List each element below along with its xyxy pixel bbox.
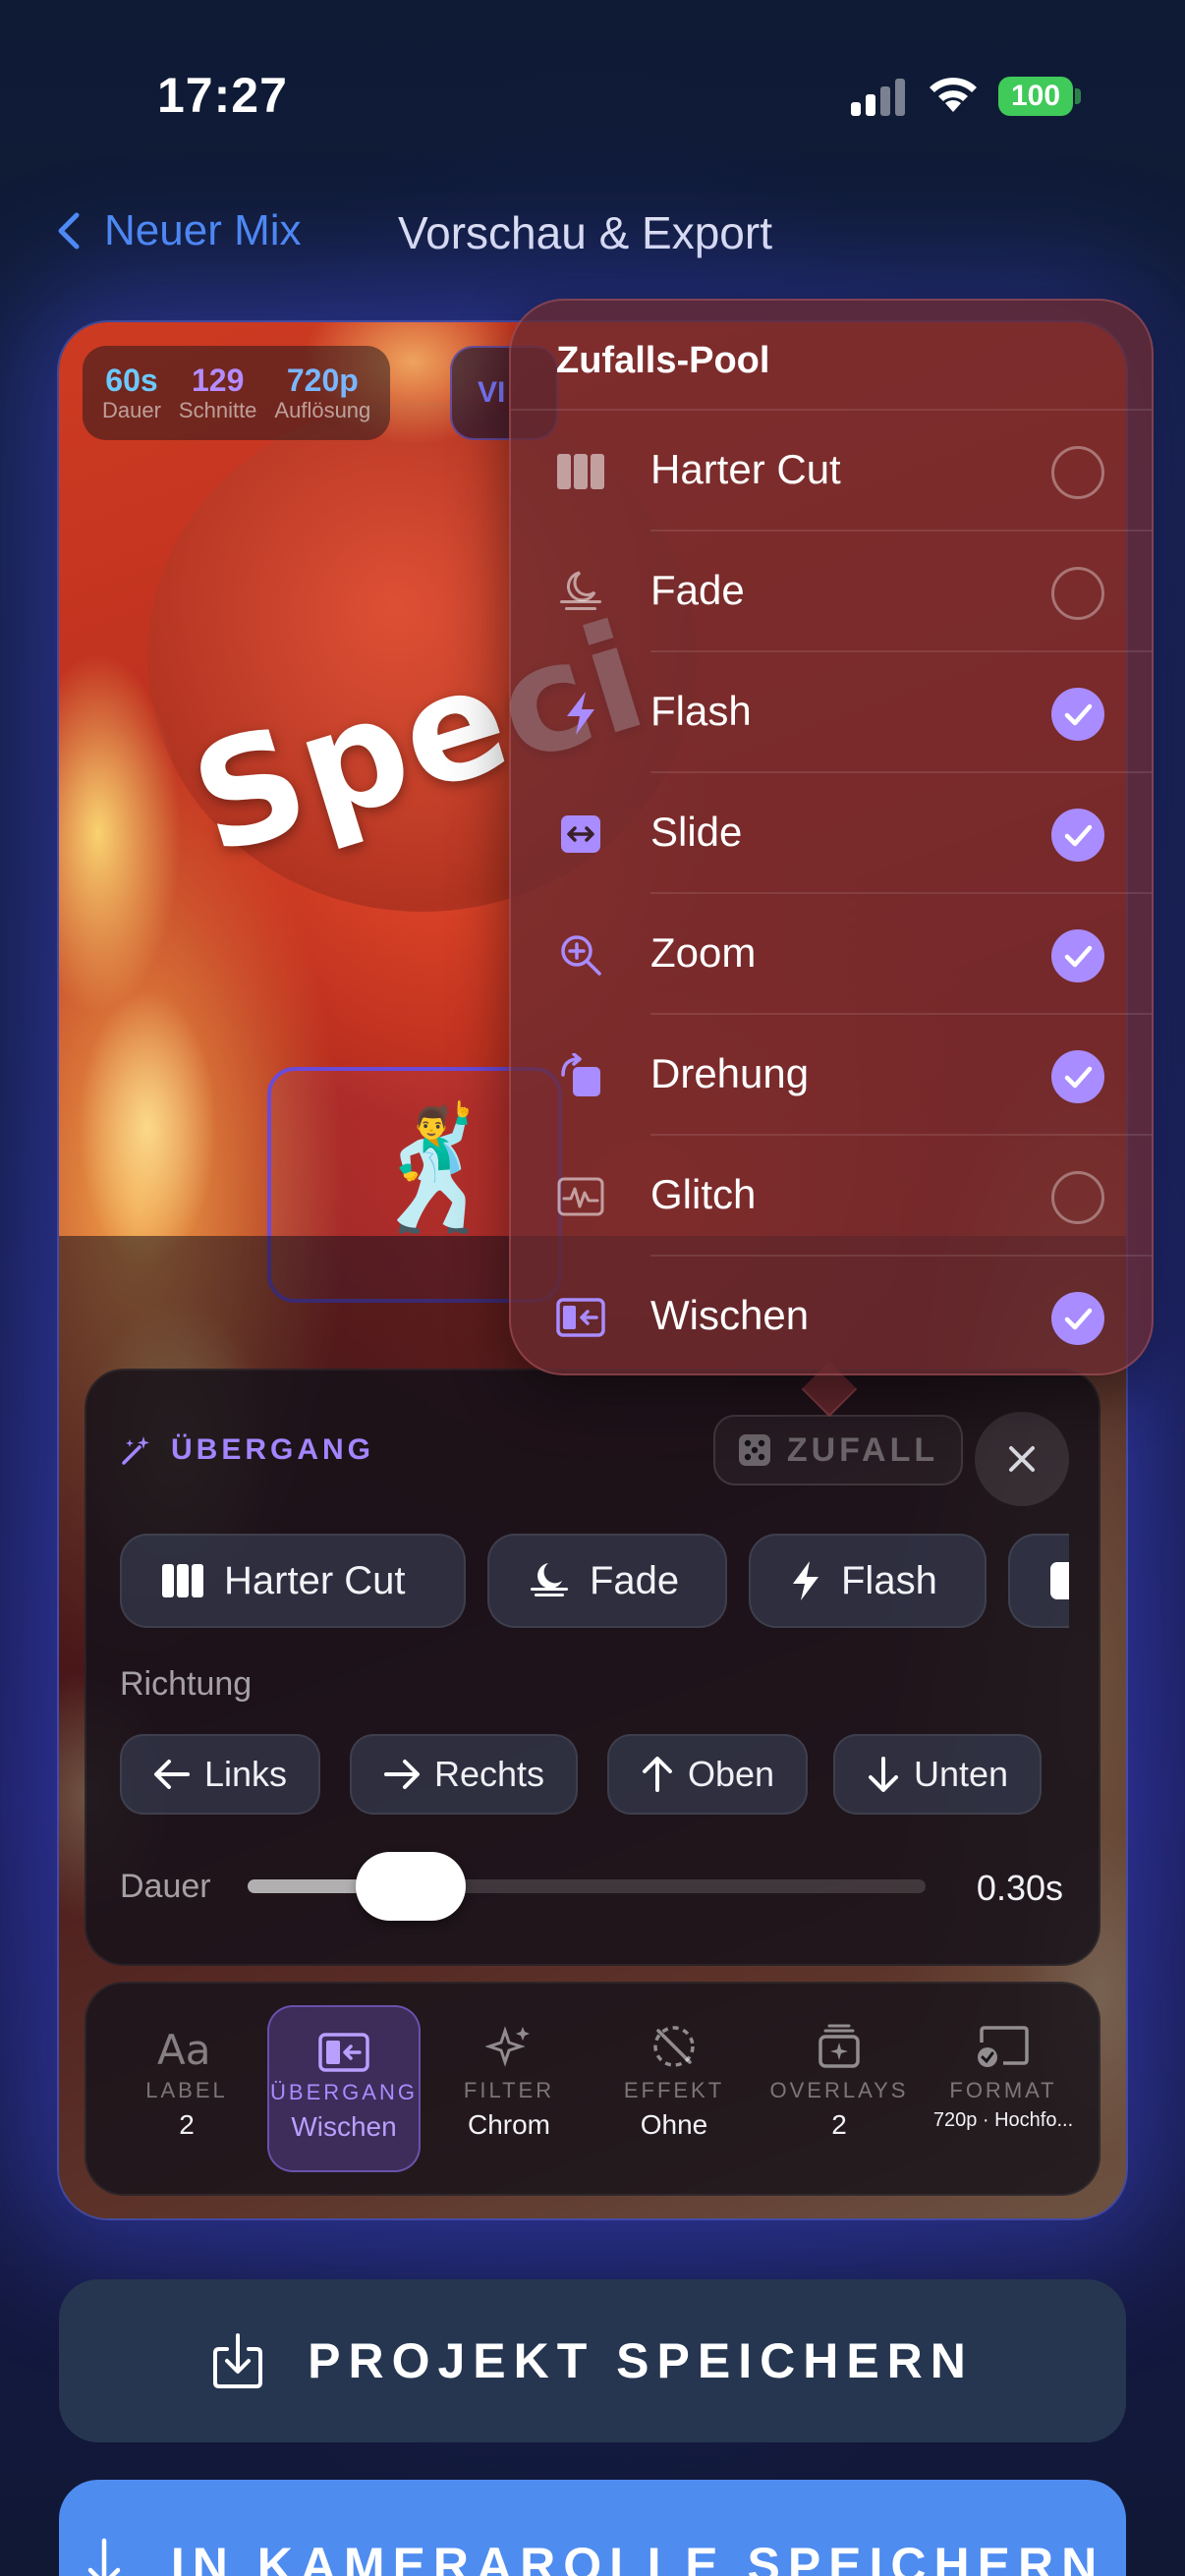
dice-icon xyxy=(738,1434,770,1466)
pool-item-harter-cut[interactable]: Harter Cut xyxy=(511,411,1152,532)
tab-label[interactable]: Aa LABEL 2 xyxy=(110,2005,263,2172)
waveform-icon xyxy=(557,1177,604,1216)
moon-fade-icon xyxy=(560,571,601,610)
chevron-left-icon xyxy=(58,212,80,250)
arrows-horizontal-icon xyxy=(1050,1562,1069,1599)
direction-up-button[interactable]: Oben xyxy=(607,1734,809,1815)
editor-tab-bar: Aa LABEL 2 ÜBERGANG Wischen FILTER Chrom… xyxy=(85,1982,1100,2196)
slash-circle-icon xyxy=(653,2026,695,2067)
rotate-icon xyxy=(561,1053,600,1096)
duration-slider-thumb[interactable] xyxy=(355,1852,466,1921)
cast-icon xyxy=(978,2026,1029,2067)
sparkles-icon xyxy=(485,2026,530,2067)
pool-item-flash[interactable]: Flash xyxy=(511,652,1152,773)
save-camera-roll-label: IN KAMERAROLLE SPEICHERN xyxy=(170,2538,1105,2576)
magic-wand-icon xyxy=(122,1436,149,1465)
pool-item-zoom[interactable]: Zoom xyxy=(511,894,1152,1015)
direction-left-button[interactable]: Links xyxy=(120,1734,321,1815)
random-button[interactable]: ZUFALL xyxy=(713,1415,963,1485)
pool-item-fade[interactable]: Fade xyxy=(511,532,1152,652)
direction-down-button[interactable]: Unten xyxy=(833,1734,1043,1815)
save-camera-roll-button[interactable]: IN KAMERAROLLE SPEICHERN xyxy=(59,2480,1126,2576)
popover-title: Zufalls-Pool xyxy=(556,340,770,381)
pool-toggle-checked[interactable] xyxy=(1051,929,1104,982)
moon-fade-icon xyxy=(531,1563,568,1596)
dancer-sticker[interactable]: 🕺 xyxy=(364,1110,510,1228)
bars-icon xyxy=(557,454,604,489)
pool-item-glitch[interactable]: Glitch xyxy=(511,1136,1152,1257)
cellular-signal-icon xyxy=(851,79,906,116)
tab-overlays[interactable]: OVERLAYS 2 xyxy=(762,2005,916,2172)
stats-badge: 60s Dauer 129 Schnitte 720p Auflösung xyxy=(83,346,391,440)
wipe-icon xyxy=(556,1298,605,1337)
direction-label: Richtung xyxy=(120,1665,253,1703)
bars-icon xyxy=(162,1564,203,1597)
download-arrow-icon xyxy=(87,2538,121,2576)
save-tray-icon xyxy=(213,2333,263,2388)
pool-toggle[interactable] xyxy=(1051,567,1104,620)
pool-toggle-checked[interactable] xyxy=(1051,1050,1104,1103)
bolt-icon xyxy=(567,692,594,735)
pool-item-wischen[interactable]: Wischen xyxy=(511,1257,1152,1373)
save-project-button[interactable]: PROJEKT SPEICHERN xyxy=(59,2279,1126,2442)
wifi-icon xyxy=(926,73,981,116)
tab-effekt[interactable]: EFFEKT Ohne xyxy=(597,2005,751,2172)
arrow-down-icon xyxy=(869,1757,898,1792)
chip-harter-cut[interactable]: Harter Cut xyxy=(120,1534,466,1628)
save-project-label: PROJEKT SPEICHERN xyxy=(308,2333,974,2388)
panel-header: ÜBERGANG xyxy=(120,1433,374,1467)
tab-filter[interactable]: FILTER Chrom xyxy=(432,2005,586,2172)
bolt-icon xyxy=(793,1561,818,1600)
direction-right-button[interactable]: Rechts xyxy=(350,1734,579,1815)
arrow-right-icon xyxy=(384,1760,420,1789)
pool-toggle[interactable] xyxy=(1051,446,1104,499)
panel-title: ÜBERGANG xyxy=(171,1433,375,1466)
random-pool-popover: Zufalls-Pool Harter Cut Fade Flash Slide xyxy=(509,299,1154,1375)
pool-toggle-checked[interactable] xyxy=(1051,809,1104,862)
status-time: 17:27 xyxy=(157,68,288,123)
screen: 17:27 100 Neuer Mix Vorschau & Export Sp… xyxy=(0,0,1185,2576)
duration-value: 0.30s xyxy=(976,1868,1063,1908)
close-icon xyxy=(1009,1446,1035,1472)
tab-format[interactable]: FORMAT 720p · Hochfo... xyxy=(920,2005,1087,2172)
stat-resolution: 720p Auflösung xyxy=(274,363,371,422)
duration-label: Dauer xyxy=(120,1868,211,1905)
back-button[interactable]: Neuer Mix xyxy=(57,206,302,255)
pool-toggle-checked[interactable] xyxy=(1051,688,1104,741)
pool-item-drehung[interactable]: Drehung xyxy=(511,1015,1152,1136)
layers-icon xyxy=(818,2024,860,2068)
arrow-left-icon xyxy=(154,1760,190,1789)
tab-uebergang[interactable]: ÜBERGANG Wischen xyxy=(267,2005,421,2172)
transition-chips: Harter Cut Fade Flash xyxy=(120,1534,1069,1632)
page-title: Vorschau & Export xyxy=(398,207,772,258)
arrow-up-icon xyxy=(643,1757,672,1792)
svg-text:Aa: Aa xyxy=(157,2027,210,2070)
battery-level: 100 xyxy=(998,77,1073,116)
arrows-horizontal-icon xyxy=(561,815,600,853)
battery-icon: 100 xyxy=(998,77,1081,116)
chip-fade[interactable]: Fade xyxy=(487,1534,727,1628)
pool-toggle[interactable] xyxy=(1051,1171,1104,1224)
chip-flash[interactable]: Flash xyxy=(749,1534,987,1628)
transition-panel: ÜBERGANG ZUFALL Harter Cut Fade Flash Ri… xyxy=(85,1369,1100,1966)
back-label: Neuer Mix xyxy=(104,206,302,254)
text-aa-icon: Aa xyxy=(157,2027,210,2070)
chip-more[interactable] xyxy=(1008,1534,1069,1628)
pool-toggle-checked[interactable] xyxy=(1051,1292,1104,1345)
stat-cuts: 129 Schnitte xyxy=(178,363,257,422)
wipe-icon xyxy=(318,2033,369,2072)
random-button-label: ZUFALL xyxy=(786,1430,939,1469)
pool-item-slide[interactable]: Slide xyxy=(511,773,1152,894)
stat-duration: 60s Dauer xyxy=(102,363,161,422)
duration-slider[interactable] xyxy=(248,1852,926,1921)
zoom-in-icon xyxy=(561,935,601,976)
close-button[interactable] xyxy=(975,1412,1069,1506)
